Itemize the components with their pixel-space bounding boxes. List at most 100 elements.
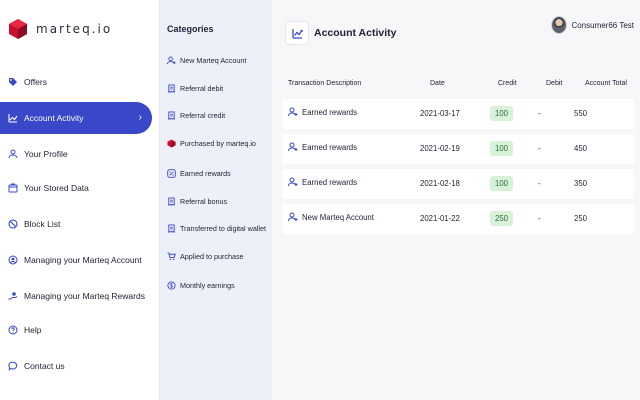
- table-row[interactable]: Earned rewards 2021-02-18 100 - 350: [282, 169, 634, 199]
- chat-icon: [8, 361, 18, 371]
- chevron-right-icon: ›: [138, 112, 142, 123]
- category-label: Referral credit: [180, 111, 226, 120]
- credit-badge: 100: [490, 106, 514, 121]
- category-purchased-by-marteq[interactable]: Purchased by marteq.io: [167, 139, 256, 148]
- sidebar-item-help[interactable]: Help: [0, 314, 152, 346]
- percent-icon: [167, 169, 176, 178]
- user-add-icon: [167, 56, 176, 65]
- hand-coin-icon: [8, 291, 18, 301]
- brand-name: marteq.io: [36, 22, 113, 36]
- row-date: 2021-01-22: [420, 214, 460, 223]
- category-applied-to-purchase[interactable]: Applied to purchase: [167, 252, 244, 261]
- credit-badge: 250: [490, 211, 514, 226]
- sidebar-item-label: Your Stored Data: [24, 183, 89, 193]
- credit-badge: 100: [490, 141, 514, 156]
- receipt-icon: [167, 84, 176, 93]
- user-add-icon: [288, 177, 298, 187]
- sidebar-item-label: Offers: [24, 77, 47, 87]
- sidebar-item-label: Block List: [24, 219, 61, 229]
- trending-up-icon: [8, 113, 18, 123]
- category-label: Earned rewards: [180, 169, 231, 178]
- column-header-credit: Credit: [498, 80, 517, 87]
- sidebar-item-label: Managing your Marteq Account: [24, 255, 142, 265]
- user-name: Consumer66 Test: [571, 20, 634, 30]
- row-date: 2021-02-18: [420, 179, 460, 188]
- row-description: Earned rewards: [288, 177, 357, 187]
- categories-title: Categories: [167, 24, 214, 34]
- sidebar-item-label: Your Profile: [24, 149, 68, 159]
- user-add-icon: [288, 142, 298, 152]
- block-icon: [8, 219, 18, 229]
- category-label: Referral debit: [180, 84, 224, 93]
- category-label: New Marteq Account: [180, 56, 247, 65]
- row-date: 2021-02-19: [420, 144, 460, 153]
- row-description-text: Earned rewards: [302, 142, 358, 152]
- row-description: Earned rewards: [288, 142, 357, 152]
- marteq-logo-icon: [167, 139, 176, 148]
- trending-up-icon: [286, 22, 308, 44]
- database-icon: [8, 183, 18, 193]
- receipt-icon: [167, 111, 176, 120]
- sidebar-item-label: Managing your Marteq Rewards: [24, 291, 145, 301]
- sidebar-item-your-stored-data[interactable]: Your Stored Data: [0, 172, 152, 204]
- table-row[interactable]: New Marteq Account 2021-01-22 250 - 250: [282, 204, 634, 234]
- user-icon: [8, 149, 18, 159]
- row-description-text: Earned rewards: [302, 177, 358, 187]
- column-header-debit: Debit: [546, 80, 563, 87]
- coins-icon: [167, 281, 176, 290]
- sidebar-item-label: Help: [24, 325, 42, 335]
- logo[interactable]: marteq.io: [8, 18, 112, 40]
- column-header-description: Transaction Description: [288, 80, 362, 87]
- marteq-logo-icon: [9, 19, 27, 39]
- row-debit: -: [538, 214, 541, 223]
- row-description: New Marteq Account: [288, 212, 374, 222]
- sidebar: marteq.io Offers Account Activity › Your…: [0, 0, 160, 400]
- category-label: Referral bonus: [180, 197, 228, 206]
- row-debit: -: [538, 179, 541, 188]
- category-transferred-to-wallet[interactable]: Transferred to digital wallet: [167, 224, 266, 233]
- row-debit: -: [538, 109, 541, 118]
- category-label: Transferred to digital wallet: [180, 224, 267, 233]
- row-description-text: Earned rewards: [302, 107, 358, 117]
- sidebar-item-your-profile[interactable]: Your Profile: [0, 138, 152, 170]
- user-add-icon: [288, 212, 298, 222]
- column-header-account-total: Account Total: [585, 80, 627, 87]
- sidebar-item-block-list[interactable]: Block List: [0, 208, 152, 240]
- user-menu[interactable]: Consumer66 Test: [551, 16, 634, 34]
- category-label: Purchased by marteq.io: [180, 139, 256, 148]
- sidebar-item-offers[interactable]: Offers: [0, 66, 152, 98]
- row-total: 250: [574, 214, 588, 223]
- category-new-marteq-account[interactable]: New Marteq Account: [167, 56, 246, 65]
- row-description: Earned rewards: [288, 107, 357, 117]
- row-total: 450: [574, 144, 588, 153]
- row-description-text: New Marteq Account: [302, 212, 374, 222]
- receipt-icon: [167, 197, 176, 206]
- row-total: 350: [574, 179, 588, 188]
- row-total: 550: [574, 109, 588, 118]
- sidebar-item-managing-account[interactable]: Managing your Marteq Account: [0, 244, 152, 276]
- wallet-icon: [167, 224, 176, 233]
- avatar: [551, 16, 568, 34]
- page-title: Account Activity: [314, 27, 397, 39]
- table-row[interactable]: Earned rewards 2021-02-19 100 - 450: [282, 134, 634, 164]
- category-referral-debit[interactable]: Referral debit: [167, 84, 223, 93]
- help-icon: [8, 325, 18, 335]
- account-circle-icon: [8, 255, 18, 265]
- categories-panel: Categories New Marteq Account Referral d…: [160, 0, 272, 400]
- sidebar-item-managing-rewards[interactable]: Managing your Marteq Rewards: [0, 280, 152, 312]
- category-monthly-earnings[interactable]: Monthly earnings: [167, 281, 235, 290]
- sidebar-item-contact-us[interactable]: Contact us: [0, 350, 152, 382]
- table-row[interactable]: Earned rewards 2021-03-17 100 - 550: [282, 99, 634, 129]
- credit-badge: 100: [490, 176, 514, 191]
- column-header-date: Date: [430, 80, 445, 87]
- sidebar-item-label: Account Activity: [24, 113, 84, 123]
- category-label: Applied to purchase: [180, 252, 244, 261]
- cart-icon: [167, 252, 176, 261]
- category-label: Monthly earnings: [180, 281, 235, 290]
- category-earned-rewards[interactable]: Earned rewards: [167, 169, 231, 178]
- sidebar-item-account-activity[interactable]: Account Activity ›: [0, 102, 152, 134]
- category-referral-credit[interactable]: Referral credit: [167, 111, 225, 120]
- user-add-icon: [288, 107, 298, 117]
- category-referral-bonus[interactable]: Referral bonus: [167, 197, 227, 206]
- row-date: 2021-03-17: [420, 109, 460, 118]
